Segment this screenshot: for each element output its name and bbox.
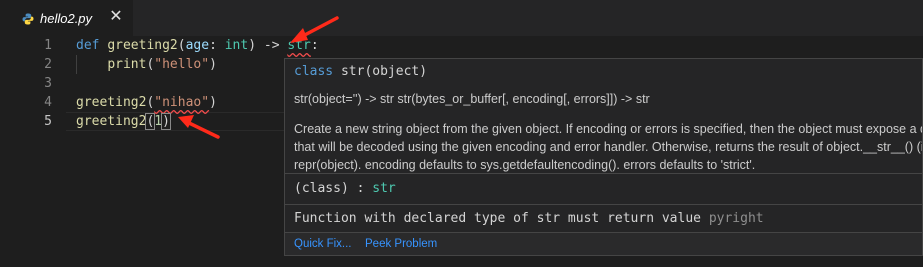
arrow-icon xyxy=(290,16,339,43)
arrow-icon xyxy=(178,115,220,139)
annotation-arrows xyxy=(178,16,339,139)
